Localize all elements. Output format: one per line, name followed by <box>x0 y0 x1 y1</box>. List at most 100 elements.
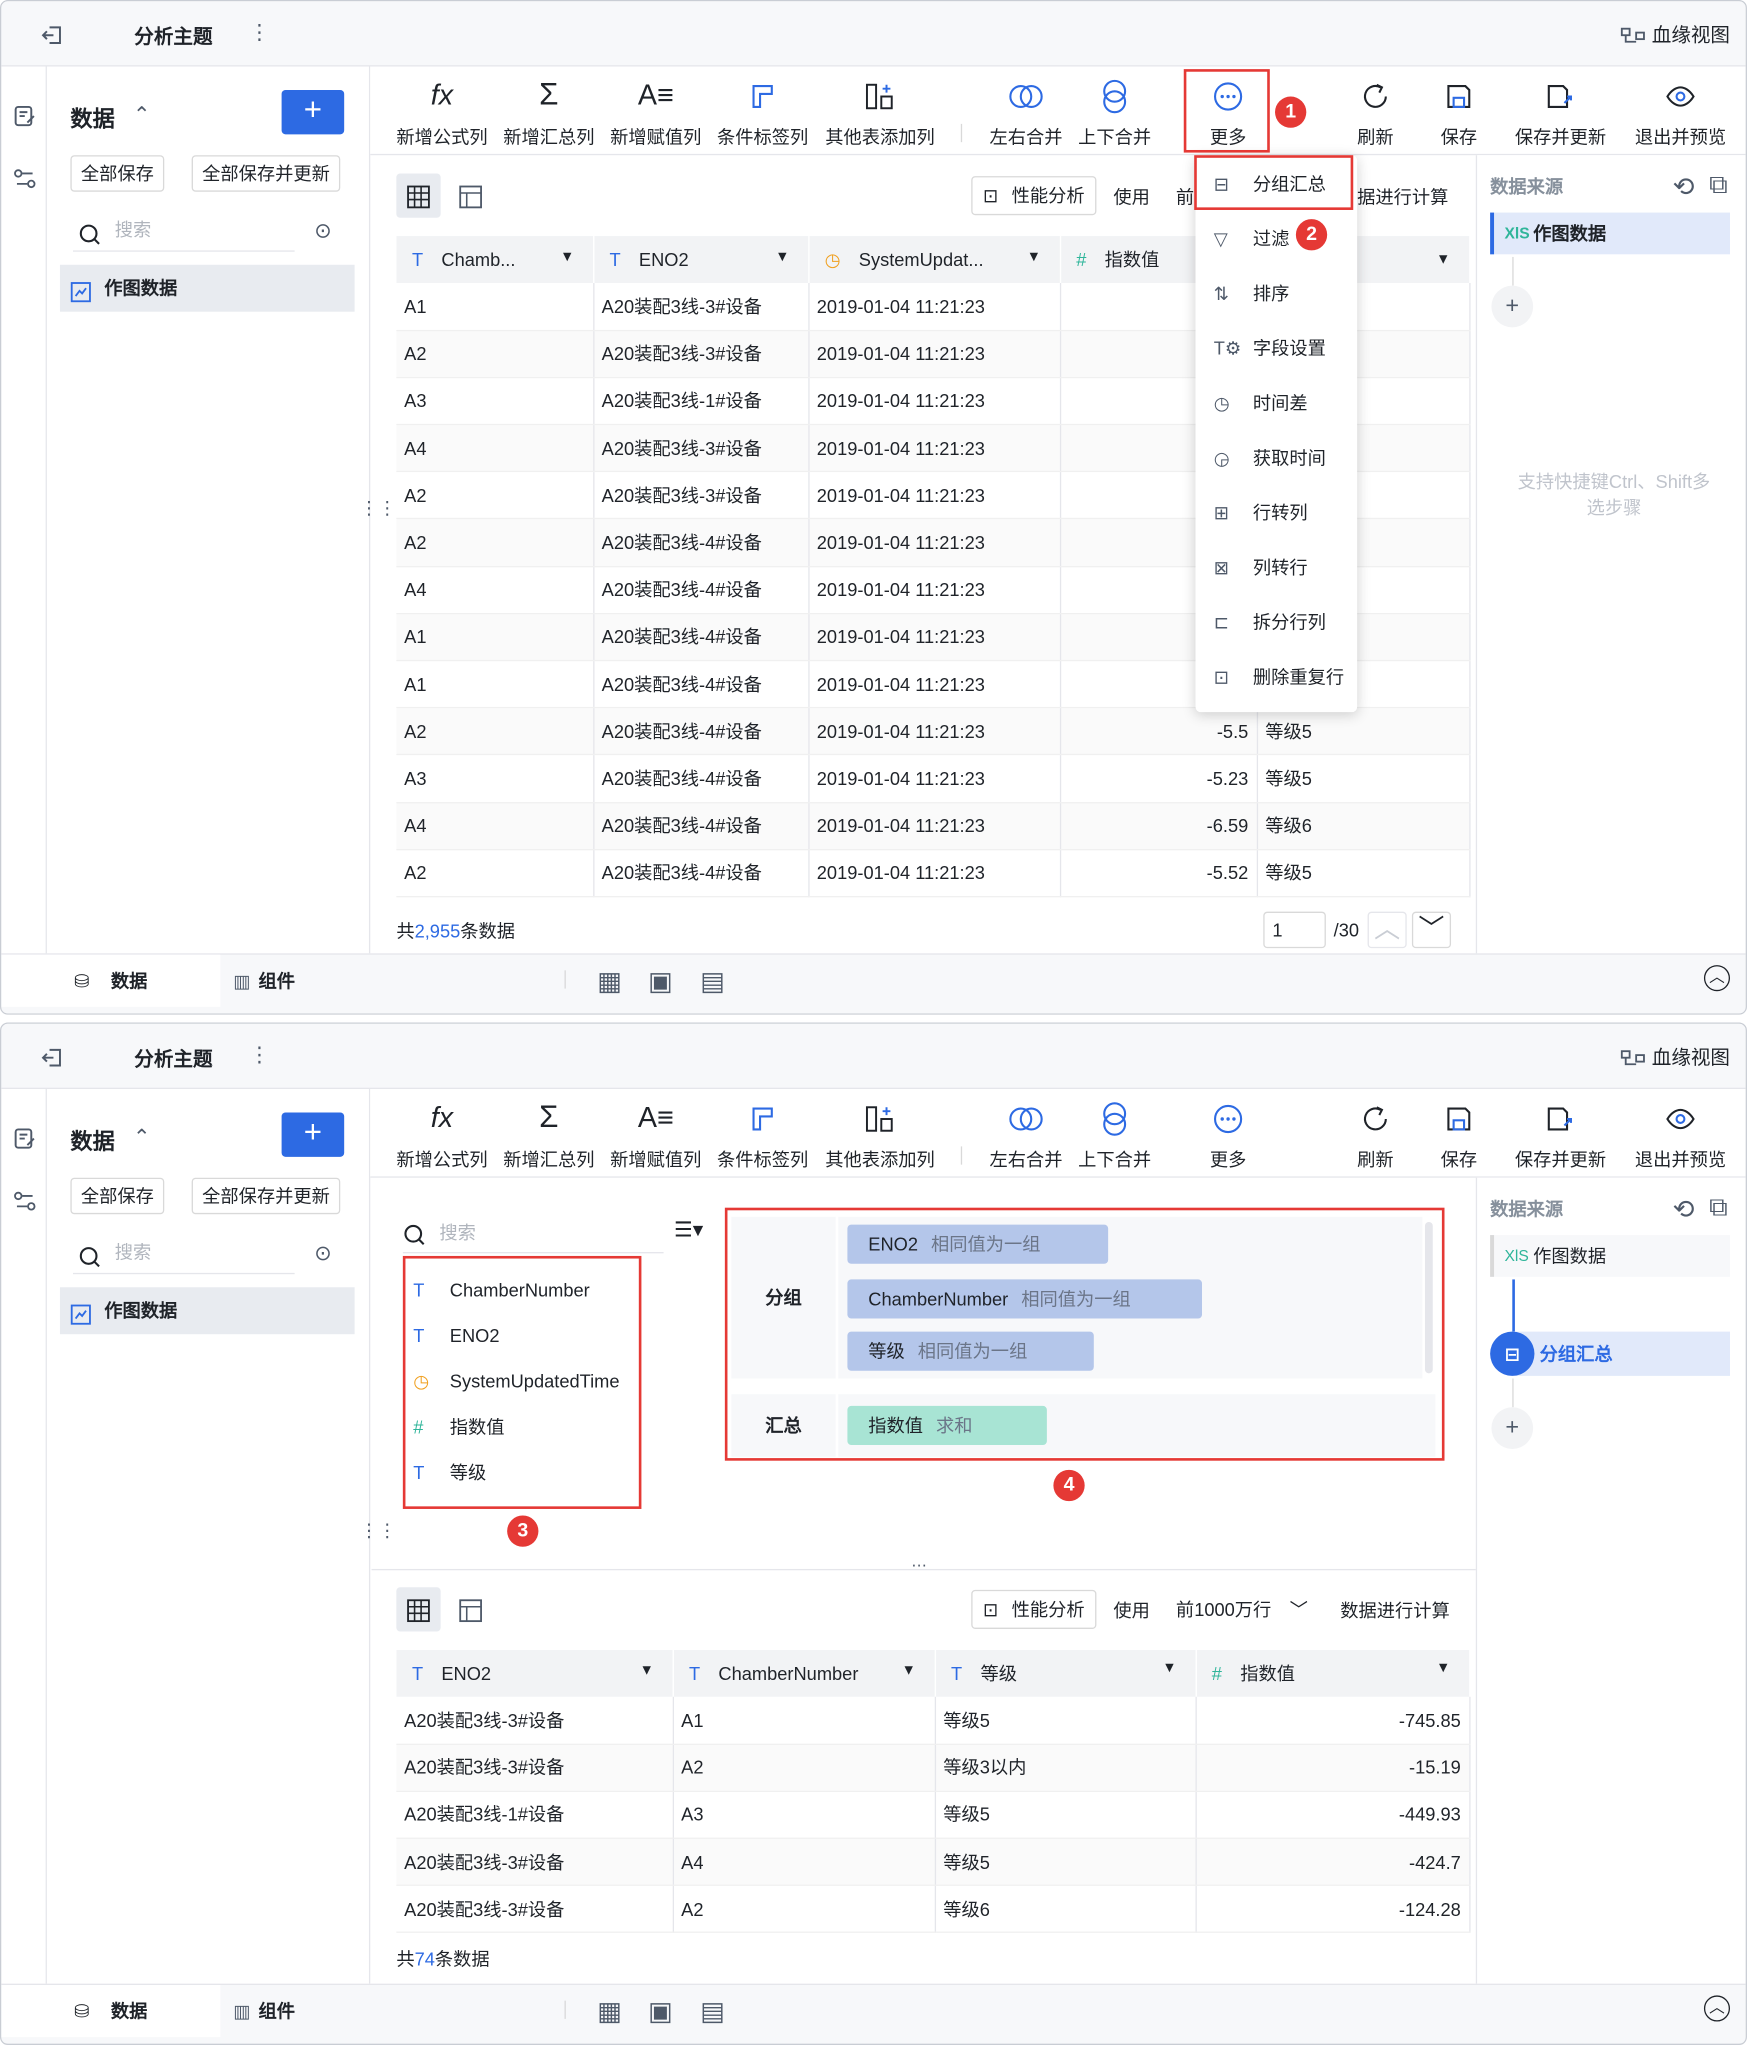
table-cell[interactable]: A20装配3线-3#设备 <box>593 471 809 520</box>
table-cell[interactable]: A4 <box>396 802 594 851</box>
save-button[interactable]: 保存 <box>1422 1097 1495 1173</box>
table-row[interactable]: A20装配3线-3#设备 A4 等级5 -424.7 <box>396 1838 1470 1887</box>
table-cell[interactable]: A20装配3线-4#设备 <box>593 613 809 662</box>
table-cell[interactable]: 2019-01-04 11:21:23 <box>808 518 1061 567</box>
caret-down-icon[interactable]: ▼ <box>560 249 574 265</box>
table-cell[interactable]: 2019-01-04 11:21:23 <box>808 613 1061 662</box>
prev-page-button[interactable]: ︿ <box>1367 911 1407 949</box>
table-cell[interactable]: -745.85 <box>1195 1696 1470 1745</box>
table-cell[interactable]: A20装配3线-4#设备 <box>593 754 809 803</box>
table-cell[interactable]: 2019-01-04 11:21:23 <box>808 566 1061 615</box>
relation-icon[interactable] <box>12 163 38 193</box>
table-cell[interactable]: A2 <box>396 330 594 379</box>
top-bottom-merge-button[interactable]: 上下合并 <box>1073 1097 1156 1173</box>
page-input[interactable]: 1 <box>1263 911 1326 949</box>
table-cell[interactable]: -124.28 <box>1195 1885 1470 1934</box>
table-row[interactable]: A2 A20装配3线-4#设备 2019-01-04 11:21:23 -5.52 等级… <box>396 849 1470 898</box>
menu-item-field-settings[interactable]: T⚙ 字段设置 <box>1195 322 1357 374</box>
table-cell[interactable]: 等级6 <box>1256 802 1470 851</box>
expand-up-icon[interactable]: ︿ <box>1703 965 1731 992</box>
back-icon[interactable] <box>40 20 63 50</box>
table-cell[interactable]: A20装配3线-1#设备 <box>396 1791 674 1840</box>
table-cell[interactable]: A20装配3线-3#设备 <box>396 1743 674 1792</box>
table-row[interactable]: A2 A20装配3线-4#设备 2019-01-04 11:21:23 -5.5 等级5 <box>396 707 1470 756</box>
add-column-from-table-button[interactable]: 其他表添加列 <box>823 1097 938 1173</box>
table-cell[interactable]: 2019-01-04 11:21:23 <box>808 471 1061 520</box>
table-cell[interactable]: A1 <box>396 660 594 709</box>
sidebar-search-input[interactable]: 搜索 <box>73 210 295 252</box>
table-cell[interactable]: A3 <box>396 377 594 426</box>
more-dots-icon[interactable]: ⋮ <box>249 1042 270 1068</box>
table-cell[interactable]: 2019-01-04 11:21:23 <box>808 660 1061 709</box>
table-cell[interactable]: A20装配3线-4#设备 <box>593 660 809 709</box>
data-edit-icon[interactable] <box>12 1123 38 1153</box>
layout-view-button[interactable] <box>448 173 492 217</box>
add-summary-column-button[interactable]: Σ 新增汇总列 <box>502 1097 596 1173</box>
caret-down-icon[interactable]: ▼ <box>640 1663 654 1679</box>
add-step-button[interactable]: + <box>1491 1407 1534 1449</box>
table-cell[interactable]: 等级3以内 <box>934 1743 1197 1792</box>
data-edit-icon[interactable] <box>12 100 38 130</box>
sidebar-item-chart-data[interactable]: 作图数据 <box>59 1287 355 1335</box>
add-report-icon[interactable]: ▤ <box>700 1995 725 2028</box>
add-summary-column-button[interactable]: Σ 新增汇总列 <box>502 74 596 150</box>
resize-handle[interactable]: ⋮⋮ <box>360 1519 397 1541</box>
table-cell[interactable]: 等级5 <box>934 1838 1197 1887</box>
multi-select-icon[interactable]: ⧉ <box>1709 171 1728 201</box>
save-all-update-button[interactable]: 全部保存并更新 <box>191 155 341 192</box>
table-cell[interactable]: A2 <box>396 849 594 898</box>
table-cell[interactable]: A20装配3线-4#设备 <box>593 849 809 898</box>
step-group-summary[interactable]: ⊟ 分组汇总 <box>1490 1331 1731 1376</box>
table-cell[interactable]: -6.59 <box>1059 802 1258 851</box>
table-cell[interactable]: A20装配3线-4#设备 <box>593 518 809 567</box>
save-all-button[interactable]: 全部保存 <box>70 155 165 192</box>
tab-data[interactable]: ⛁ 数据 <box>1 954 221 1007</box>
rows-limit-select[interactable]: 前1000万行 ﹀ <box>1167 1590 1323 1629</box>
back-icon[interactable] <box>40 1042 63 1072</box>
table-cell[interactable]: 等级5 <box>934 1791 1197 1840</box>
table-cell[interactable]: A1 <box>672 1696 936 1745</box>
resize-handle[interactable]: ⋮⋮ <box>360 497 397 519</box>
column-header[interactable]: T ENO2 ▼ <box>593 236 809 284</box>
save-button[interactable]: 保存 <box>1422 74 1495 150</box>
table-cell[interactable]: 2019-01-04 11:21:23 <box>808 754 1061 803</box>
table-cell[interactable]: A20装配3线-3#设备 <box>396 1696 674 1745</box>
table-cell[interactable]: 2019-01-04 11:21:23 <box>808 849 1061 898</box>
column-header[interactable]: T Chamb... ▼ <box>396 236 594 284</box>
table-cell[interactable]: -15.19 <box>1195 1743 1470 1792</box>
expand-up-icon[interactable]: ︿ <box>1703 1995 1731 2022</box>
field-search-input[interactable]: 搜索 <box>402 1214 664 1254</box>
step-datasource[interactable]: XlS 作图数据 <box>1490 1235 1731 1277</box>
add-report-icon[interactable]: ▤ <box>700 965 725 998</box>
table-cell[interactable]: A4 <box>396 424 594 473</box>
grid-view-button[interactable] <box>396 173 441 218</box>
table-row[interactable]: A20装配3线-3#设备 A1 等级5 -745.85 <box>396 1696 1470 1745</box>
refresh-button[interactable]: 刷新 <box>1339 74 1412 150</box>
table-cell[interactable]: 2019-01-04 11:21:23 <box>808 424 1061 473</box>
add-step-button[interactable]: + <box>1491 285 1534 328</box>
table-cell[interactable]: -449.93 <box>1195 1791 1470 1840</box>
table-cell[interactable]: -5.5 <box>1059 707 1258 756</box>
caret-down-icon[interactable]: ▼ <box>1436 1660 1450 1676</box>
table-cell[interactable]: A3 <box>396 754 594 803</box>
condition-label-column-button[interactable]: 条件标签列 <box>716 1097 810 1173</box>
table-cell[interactable]: 2019-01-04 11:21:23 <box>808 283 1061 331</box>
menu-item-column-to-row[interactable]: ⊠ 列转行 <box>1195 541 1357 593</box>
sidebar-search-input[interactable]: 搜索 <box>73 1232 295 1275</box>
table-row[interactable]: A20装配3线-1#设备 A3 等级5 -449.93 <box>396 1791 1470 1840</box>
save-all-update-button[interactable]: 全部保存并更新 <box>191 1177 341 1215</box>
table-cell[interactable]: 等级5 <box>1256 707 1470 756</box>
table-row[interactable]: A3 A20装配3线-4#设备 2019-01-04 11:21:23 -5.23 等级… <box>396 754 1470 803</box>
layout-view-button[interactable] <box>448 1587 492 1631</box>
table-cell[interactable]: A3 <box>672 1791 936 1840</box>
column-header[interactable]: # 指数值 ▼ <box>1195 1649 1470 1697</box>
column-header[interactable]: ◷ SystemUpdat... ▼ <box>808 236 1061 284</box>
split-handle[interactable]: ⋯ <box>911 1556 927 1574</box>
table-cell[interactable]: -424.7 <box>1195 1838 1470 1887</box>
relation-icon[interactable] <box>12 1186 38 1216</box>
table-row[interactable]: A4 A20装配3线-4#设备 2019-01-04 11:21:23 -6.59 等级… <box>396 802 1470 851</box>
table-cell[interactable]: 等级5 <box>1256 849 1470 898</box>
column-header[interactable]: T ChamberNumber ▼ <box>672 1649 936 1697</box>
tab-component[interactable]: ▥ 组件 <box>233 955 363 1007</box>
multi-select-icon[interactable]: ⧉ <box>1709 1193 1728 1223</box>
